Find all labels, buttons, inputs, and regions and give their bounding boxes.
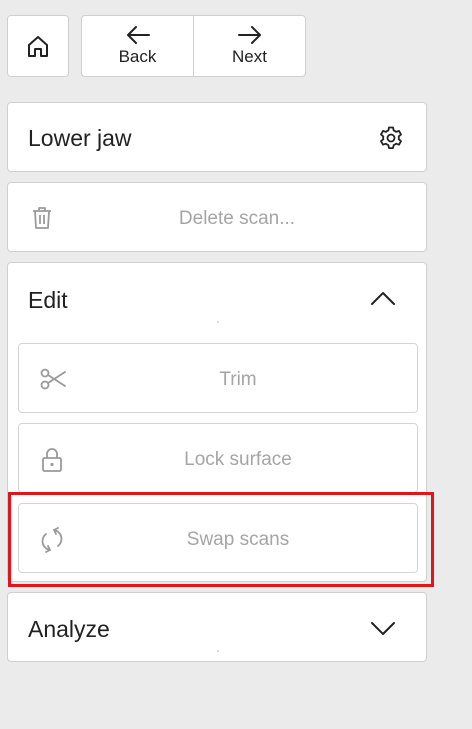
navigation-group: Back Next [81,15,306,77]
divider-dot [217,321,219,323]
edit-section-title: Edit [28,287,68,313]
chevron-up-icon[interactable] [370,289,396,307]
home-icon [28,36,48,57]
analyze-section[interactable]: Analyze [7,592,427,662]
swap-scans-button[interactable]: Swap scans [18,503,418,573]
arrow-right-icon [237,26,261,44]
gear-icon[interactable] [378,125,404,151]
divider-dot [217,650,219,652]
trim-label: Trim [219,369,257,390]
jaw-panel: Lower jaw [7,102,427,172]
trim-button[interactable]: Trim [18,343,418,413]
lock-surface-label: Lock surface [184,449,292,470]
next-button[interactable]: Next [193,16,305,76]
back-label: Back [118,47,157,66]
chevron-down-icon[interactable] [370,619,396,637]
swap-scans-label: Swap scans [186,529,290,550]
delete-scan-label: Delete scan... [178,208,296,229]
jaw-title: Lower jaw [28,125,132,151]
analyze-section-title: Analyze [28,616,110,642]
edit-section: Edit Trim Lock surface Swap scans [7,262,427,582]
home-button[interactable] [7,15,69,77]
lock-surface-button[interactable]: Lock surface [18,423,418,493]
next-label: Next [232,47,267,66]
delete-scan-button[interactable]: Delete scan... [7,182,427,252]
back-button[interactable]: Back [82,16,193,76]
arrow-left-icon [126,26,150,44]
